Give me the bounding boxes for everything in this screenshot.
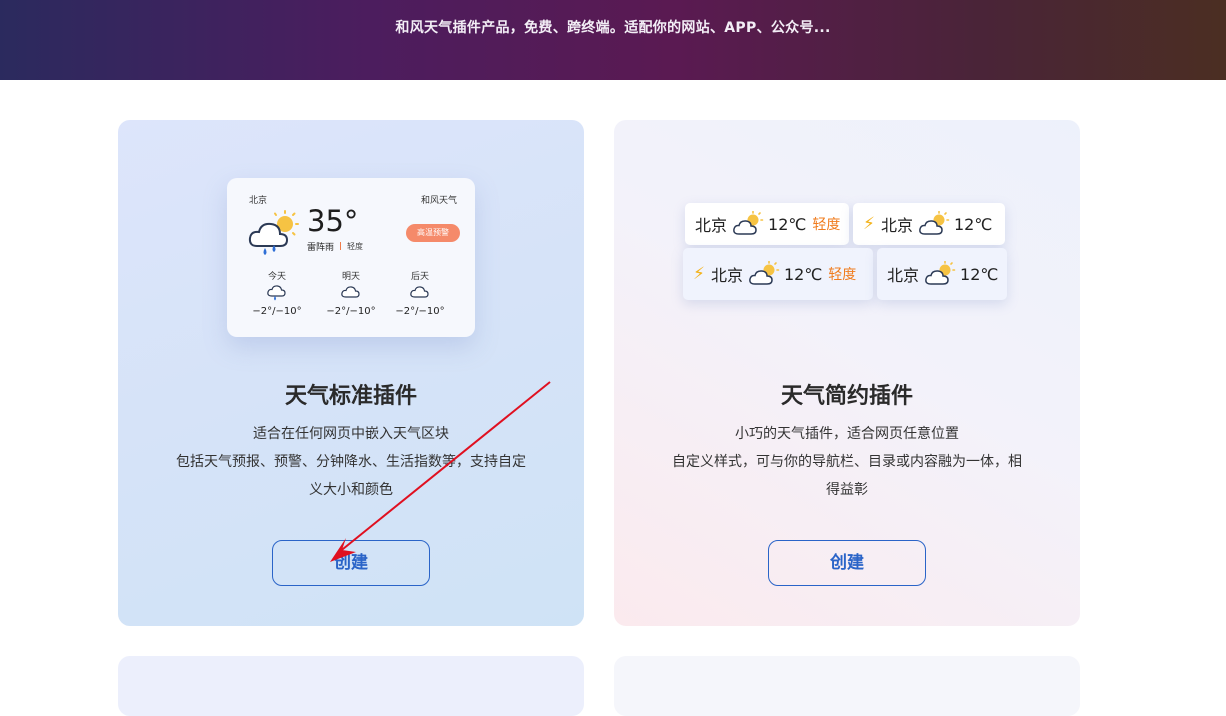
forecast-day-label: 后天	[410, 272, 429, 282]
partly-cloudy-icon	[919, 211, 950, 235]
create-standard-plugin-button[interactable]: 创建	[272, 540, 430, 586]
pill-city: 北京	[887, 266, 920, 285]
pill-temp: 12℃	[960, 264, 999, 284]
partly-cloudy-icon	[733, 211, 764, 235]
next-plugin-card	[118, 656, 584, 716]
cloud-icon	[341, 286, 360, 298]
desc-line: 包括天气预报、预警、分钟降水、生活指数等，支持自定	[176, 454, 526, 470]
pill-level: 轻度	[828, 267, 857, 283]
preview-brand: 和风天气	[420, 196, 457, 206]
desc-line: 小巧的天气插件，适合网页任意位置	[735, 426, 959, 442]
pill-city: 北京	[695, 216, 728, 235]
lightning-icon: ⚡	[693, 264, 705, 284]
simple-plugin-card: 北京 12℃ 轻度 ⚡ 北京 12℃ ⚡ 北京 12℃ 轻度 北京 12℃ 天气…	[614, 120, 1080, 626]
desc-line: 得益彰	[826, 482, 868, 498]
preview-condition: 雷阵雨	[307, 243, 335, 253]
card-title: 天气标准插件	[284, 384, 417, 409]
simple-widget-pill: 北京 12℃	[877, 248, 1007, 300]
next-plugin-card	[614, 656, 1080, 716]
desc-line: 自定义样式，可与你的导航栏、目录或内容融为一体，相	[672, 454, 1022, 470]
top-banner: 和风天气插件产品，免费、跨终端。适配你的网站、APP、公众号...	[0, 0, 1226, 80]
forecast-range: −2°/−10°	[395, 306, 445, 317]
pill-level: 轻度	[812, 217, 841, 233]
preview-separator	[340, 242, 341, 250]
card-title: 天气简约插件	[780, 384, 913, 409]
high-temp-alert-badge: 高温预警	[406, 224, 460, 242]
desc-line: 义大小和颜色	[309, 482, 393, 498]
create-simple-plugin-button[interactable]: 创建	[768, 540, 926, 586]
banner-text: 和风天气插件产品，免费、跨终端。适配你的网站、APP、公众号...	[395, 20, 831, 36]
partly-cloudy-icon	[925, 261, 956, 285]
simple-widget-pill: 北京 12℃ 轻度	[685, 203, 849, 245]
standard-widget-preview: 北京 和风天气 35° 雷阵雨 轻度 高温预警 今天 明天 后天 −2°/−10…	[227, 178, 475, 337]
pill-temp: 12℃	[768, 214, 807, 234]
card-description: 小巧的天气插件，适合网页任意位置 自定义样式，可与你的导航栏、目录或内容融为一体…	[644, 420, 1050, 504]
forecast-day-label: 今天	[267, 272, 286, 282]
card-description: 适合在任何网页中嵌入天气区块 包括天气预报、预警、分钟降水、生活指数等，支持自定…	[148, 420, 554, 504]
preview-city: 北京	[249, 196, 268, 206]
pill-temp: 12℃	[783, 264, 823, 284]
pill-temp: 12℃	[953, 214, 993, 234]
cloud-icon	[410, 286, 429, 298]
pill-city: 北京	[880, 216, 913, 235]
lightning-icon: ⚡	[863, 214, 875, 234]
rain-cloud-icon	[267, 285, 286, 301]
desc-line: 适合在任何网页中嵌入天气区块	[253, 426, 449, 442]
simple-widget-pill: ⚡ 北京 12℃ 轻度	[683, 248, 873, 300]
partly-cloudy-icon	[749, 261, 780, 285]
standard-plugin-card: 北京 和风天气 35° 雷阵雨 轻度 高温预警 今天 明天 后天 −2°/−10…	[118, 120, 584, 626]
pill-city: 北京	[710, 266, 743, 285]
preview-temperature: 35°	[307, 204, 359, 238]
simple-widget-pill: ⚡ 北京 12℃	[853, 203, 1005, 245]
preview-level: 轻度	[347, 242, 363, 251]
forecast-range: −2°/−10°	[326, 306, 376, 317]
forecast-day-label: 明天	[341, 272, 360, 282]
forecast-range: −2°/−10°	[252, 306, 302, 317]
thunderstorm-sun-icon	[248, 210, 299, 255]
